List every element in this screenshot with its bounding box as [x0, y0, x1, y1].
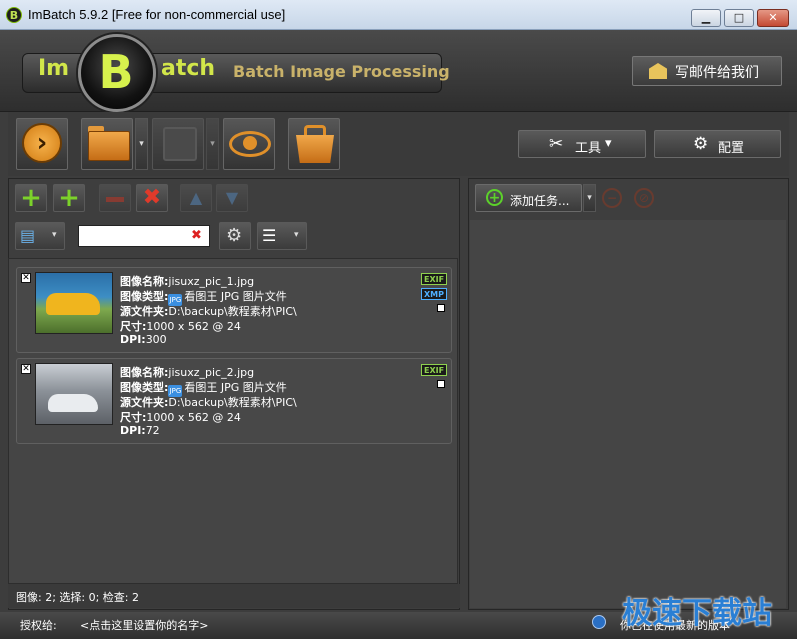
add-task-label: 添加任务...: [510, 194, 570, 208]
tools-label: 工具: [575, 141, 602, 156]
config-label: 配置: [718, 141, 745, 156]
license-label: 授权给:: [20, 619, 57, 632]
preview-button[interactable]: [223, 118, 275, 170]
add-circle-icon: +: [486, 189, 503, 206]
watermark-logo: 极速下载站: [622, 596, 772, 631]
update-globe-icon: [592, 615, 606, 629]
logo-atch: atch: [161, 56, 216, 81]
app-icon: B: [6, 7, 22, 23]
item-checkbox[interactable]: ✕: [21, 273, 31, 283]
info-dpi-row: DPI:72: [120, 424, 160, 437]
car-shape: [48, 394, 98, 412]
remove-image-button[interactable]: [99, 184, 131, 212]
tools-button[interactable]: ✂ 工具 ▾: [518, 130, 646, 158]
xmp-badge[interactable]: XMP: [421, 288, 447, 300]
info-size-row: 尺寸:1000 x 562 @ 24: [120, 320, 241, 333]
filter-button[interactable]: ▤ ▾: [15, 222, 65, 250]
envelope-icon: [649, 63, 667, 79]
gear-icon: ⚙: [226, 225, 243, 246]
logo-subtitle: Batch Image Processing: [233, 62, 450, 81]
image-count-status: 图像: 2; 选择: 0; 检查: 2: [16, 591, 140, 604]
folder-icon: [88, 131, 130, 161]
info-folder-row: 源文件夹:D:\backup\教程素材\PIC\: [120, 396, 297, 409]
car-shape: [46, 293, 100, 315]
basket-button[interactable]: [288, 118, 340, 170]
task-list-area[interactable]: [470, 220, 786, 608]
search-input[interactable]: ✖: [78, 225, 210, 247]
save-disk-icon: [163, 127, 197, 161]
wrench-icon: ✂: [549, 134, 564, 154]
disable-task-icon[interactable]: ⊘: [634, 188, 654, 208]
list-item[interactable]: ✕ 图像名称:jisuxz_pic_1.jpg 图像类型:JPG 看图王 JPG …: [16, 267, 452, 353]
info-folder-row: 源文件夹:D:\backup\教程素材\PIC\: [120, 305, 297, 318]
title-bar: B ImBatch 5.9.2 [Free for non-commercial…: [0, 0, 797, 30]
list-view-icon: ☰: [262, 226, 277, 245]
filter-icon: ▤: [20, 226, 36, 245]
close-button[interactable]: ✕: [757, 9, 789, 27]
move-up-button[interactable]: ▲: [180, 184, 212, 212]
email-us-button[interactable]: 写邮件给我们: [632, 56, 782, 86]
add-task-button[interactable]: + 添加任务...: [475, 184, 582, 212]
chevron-down-icon: ▾: [52, 230, 57, 240]
gear-icon: ⚙: [693, 134, 709, 154]
basket-icon: [296, 135, 334, 163]
open-folder-button[interactable]: [81, 118, 133, 170]
list-item[interactable]: ✕ 图像名称:jisuxz_pic_2.jpg 图像类型:JPG 看图王 JPG …: [16, 358, 452, 444]
info-name-row: 图像名称:jisuxz_pic_2.jpg: [120, 366, 255, 379]
window-title: ImBatch 5.9.2 [Free for non-commercial u…: [28, 7, 286, 22]
chevron-down-icon: ▾: [294, 230, 299, 240]
info-name-row: 图像名称:jisuxz_pic_1.jpg: [120, 275, 255, 288]
open-folder-dropdown[interactable]: ▾: [135, 118, 148, 170]
add-image-button[interactable]: +: [15, 184, 47, 212]
info-size-row: 尺寸:1000 x 562 @ 24: [120, 411, 241, 424]
run-button[interactable]: ›: [16, 118, 68, 170]
run-arrow-icon: ›: [22, 123, 62, 163]
exif-badge[interactable]: EXIF: [421, 273, 448, 285]
image-list: ✕ 图像名称:jisuxz_pic_1.jpg 图像类型:JPG 看图王 JPG …: [8, 258, 458, 584]
clear-list-button[interactable]: ✖: [136, 184, 168, 212]
config-button[interactable]: ⚙ 配置: [654, 130, 781, 158]
email-us-label: 写邮件给我们: [675, 65, 759, 81]
clear-search-icon[interactable]: ✖: [191, 228, 202, 243]
item-checkbox[interactable]: ✕: [21, 364, 31, 374]
logo-im: Im: [38, 56, 70, 81]
save-button[interactable]: [152, 118, 204, 170]
logo-b: B: [98, 45, 134, 99]
license-name-link[interactable]: <点击这里设置你的名字>: [80, 617, 208, 633]
item-marker: [437, 380, 445, 388]
left-status-bar: 图像: 2; 选择: 0; 检查: 2: [8, 584, 460, 608]
image-thumbnail: [35, 363, 113, 425]
item-marker: [437, 304, 445, 312]
view-mode-button[interactable]: ☰ ▾: [257, 222, 307, 250]
image-thumbnail: [35, 272, 113, 334]
exif-badge[interactable]: EXIF: [421, 364, 448, 376]
add-task-dropdown[interactable]: ▾: [583, 184, 596, 212]
maximize-button[interactable]: □: [724, 9, 754, 27]
add-folder-button[interactable]: +: [53, 184, 85, 212]
settings-view-button[interactable]: ⚙: [219, 222, 251, 250]
info-dpi-row: DPI:300: [120, 333, 167, 346]
remove-task-icon[interactable]: −: [602, 188, 622, 208]
minus-icon: [106, 197, 124, 202]
chevron-down-icon: ▾: [605, 136, 612, 151]
save-dropdown[interactable]: ▾: [206, 118, 219, 170]
move-down-button[interactable]: ▼: [216, 184, 248, 212]
minimize-button[interactable]: ▁: [691, 9, 721, 27]
eye-pupil-shape: [243, 136, 257, 150]
